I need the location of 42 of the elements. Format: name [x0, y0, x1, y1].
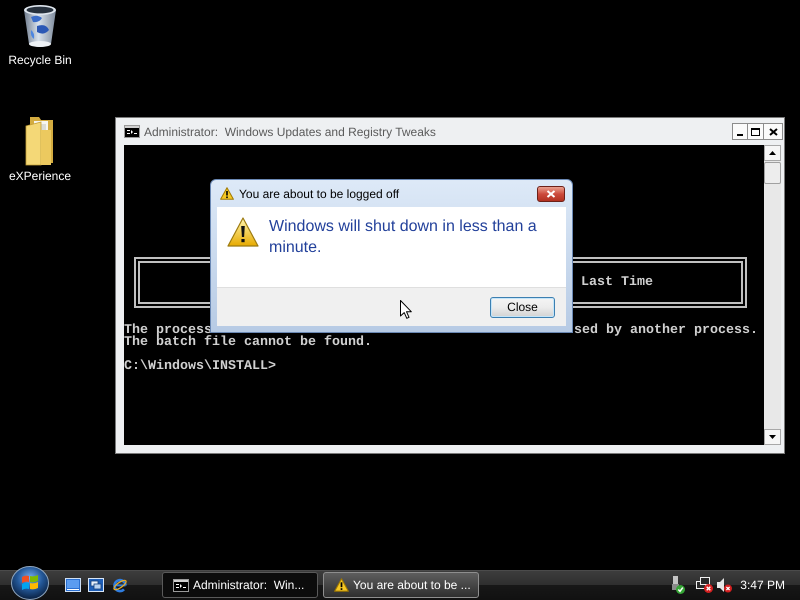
dialog-button[interactable]: Close: [490, 296, 555, 318]
recycle-bin-icon[interactable]: [22, 4, 58, 50]
minimize-button[interactable]: [732, 123, 748, 140]
clock-text[interactable]: 3:47 PM: [740, 578, 785, 592]
console-text: sed by another process.: [574, 325, 758, 337]
console-text: The batch file cannot be found.: [124, 337, 372, 349]
start-orb-icon[interactable]: [11, 566, 49, 600]
icon-label[interactable]: eXPerience: [8, 169, 72, 183]
network-error-icon[interactable]: [696, 577, 714, 593]
taskbar-button[interactable]: Administrator: Win...: [162, 572, 318, 598]
up-arrow-icon: [769, 151, 776, 155]
scrollbar[interactable]: [764, 145, 781, 445]
close-icon: [768, 128, 778, 136]
console-icon: [173, 578, 189, 592]
folder-icon[interactable]: [24, 116, 56, 166]
close-button[interactable]: [537, 186, 565, 202]
close-icon: [546, 190, 556, 198]
device-check-icon[interactable]: [669, 576, 686, 594]
icon-label[interactable]: Recycle Bin: [8, 53, 72, 67]
show-desktop-icon[interactable]: [65, 578, 81, 592]
warning-icon: [227, 217, 259, 247]
minimize-icon: [737, 134, 743, 136]
warning-icon: [220, 187, 234, 200]
maximize-button[interactable]: [748, 123, 764, 140]
down-arrow-icon: [769, 435, 776, 439]
scrollbar-thumb[interactable]: [764, 162, 781, 184]
scroll-down-button[interactable]: [764, 429, 781, 445]
maximize-icon: [751, 128, 760, 136]
banner-text: Last Time: [581, 276, 653, 288]
window-title: Administrator: Windows Updates and Registry Tweaks: [144, 124, 436, 138]
dialog-title: You are about to be logged off: [239, 186, 400, 200]
close-button[interactable]: [764, 123, 783, 140]
scroll-up-button[interactable]: [764, 145, 781, 161]
warning-icon: [334, 578, 349, 592]
dialog-message: Windows will shut down in less than a minute.: [269, 217, 538, 258]
speaker-muted-icon[interactable]: [716, 577, 732, 593]
console-icon: [124, 125, 140, 138]
taskbar-button[interactable]: You are about to be ...: [323, 572, 479, 598]
browser-e-icon[interactable]: [112, 577, 128, 593]
switch-windows-icon[interactable]: [88, 578, 104, 592]
mouse-pointer-icon: [400, 300, 412, 319]
command-prompt: C:\Windows\INSTALL>: [124, 361, 276, 373]
